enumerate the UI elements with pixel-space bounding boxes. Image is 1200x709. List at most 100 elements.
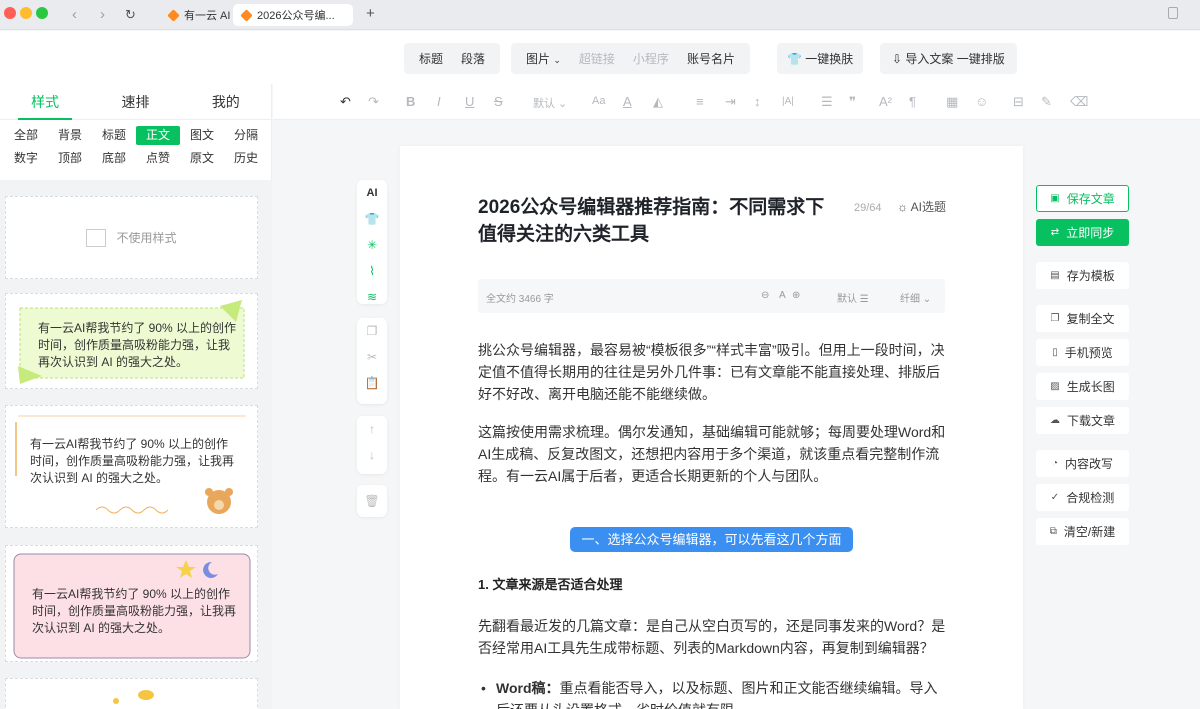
category-divider[interactable]: 分隔 xyxy=(224,126,268,145)
subheading[interactable]: 1. 文章来源是否适合处理 xyxy=(478,574,622,593)
emoji-icon[interactable]: ☺ xyxy=(975,94,988,109)
browser-tab[interactable]: 有一云 AI xyxy=(160,4,238,26)
image-icon: ▨ xyxy=(1050,381,1060,392)
article-title[interactable]: 2026公众号编辑器推荐指南：不同需求下值得关注的六类工具 xyxy=(478,194,838,248)
chevron-down-icon: ⌄ xyxy=(553,55,561,65)
import-button[interactable]: ⇩ 导入文案 一键排版 xyxy=(880,43,1017,74)
browser-tab-active[interactable]: 2026公众号编... xyxy=(233,4,353,26)
category-body[interactable]: 正文 xyxy=(136,126,180,145)
copy-all-button[interactable]: ❐ 复制全文 xyxy=(1036,305,1129,332)
copy-icon[interactable]: ❐ xyxy=(357,318,387,344)
divider-icon[interactable]: ⊟ xyxy=(1013,94,1024,110)
align-icon[interactable]: ≡ xyxy=(696,94,704,109)
download-button[interactable]: ☁ 下载文章 xyxy=(1036,407,1129,434)
sync-now-button[interactable]: ⇄ 立即同步 xyxy=(1036,219,1129,246)
move-down-icon[interactable]: ↓ xyxy=(357,442,387,468)
line-height-select[interactable]: 默认 ☰ xyxy=(837,290,869,305)
style-card-yellow[interactable] xyxy=(5,678,258,709)
new-tab-icon[interactable]: + xyxy=(366,5,375,22)
no-style-card[interactable]: 不使用样式 xyxy=(5,196,258,279)
shirt-icon[interactable]: 👕 xyxy=(357,206,387,232)
rewrite-button[interactable]: ◔ 内容改写 xyxy=(1036,450,1129,477)
save-article-button[interactable]: ▣ 保存文章 xyxy=(1036,185,1129,212)
paragraph-mark-icon[interactable]: ¶ xyxy=(909,94,916,109)
tab-quick-layout[interactable]: 速排 xyxy=(90,84,180,119)
indent-icon[interactable]: ⇥ xyxy=(725,94,736,110)
close-window-button[interactable] xyxy=(4,7,16,19)
style-card-pink[interactable]: 有一云AI帮我节约了 90% 以上的创作时间，创作质量高吸粉能力强，让我再次认识… xyxy=(5,545,258,662)
format-brush-icon[interactable]: ✎ xyxy=(1041,94,1052,110)
category-image-text[interactable]: 图文 xyxy=(180,126,224,145)
redo-icon[interactable]: ↷ xyxy=(368,94,379,110)
trash-icon[interactable]: 🗑 xyxy=(357,485,387,517)
strikethrough-icon[interactable]: S xyxy=(494,94,503,109)
zoom-window-button[interactable] xyxy=(36,7,48,19)
font-select[interactable]: 默认 ⌄ xyxy=(533,95,567,111)
category-history[interactable]: 历史 xyxy=(224,149,268,168)
clear-format-icon[interactable]: ⌫ xyxy=(1070,94,1088,110)
account-card-button[interactable]: 账号名片 xyxy=(678,50,744,67)
table-icon[interactable]: ▦ xyxy=(946,94,958,110)
section-heading[interactable]: 一、选择公众号编辑器，可以先看这几个方面 xyxy=(570,527,853,552)
tab-styles[interactable]: 样式 xyxy=(0,84,90,120)
clear-new-button[interactable]: ⧉ 清空/新建 xyxy=(1036,518,1129,545)
category-background[interactable]: 背景 xyxy=(48,126,92,145)
mobile-preview-button[interactable]: ▯ 手机预览 xyxy=(1036,339,1129,366)
superscript-icon[interactable]: A² xyxy=(879,94,892,109)
category-top[interactable]: 顶部 xyxy=(48,149,92,168)
image-button[interactable]: 图片 ⌄ xyxy=(517,50,570,67)
paragraph[interactable]: 先翻看最近发的几篇文章：是自己从空白页写的，还是同事发来的Word？是否经常用A… xyxy=(478,615,946,659)
letter-spacing-icon[interactable]: |A| xyxy=(782,96,794,107)
bullet-item[interactable]: • Word稿：重点看能否导入，以及标题、图片和正文能否继续编辑。导入后还要从头… xyxy=(481,677,948,709)
cut-icon[interactable]: ✂ xyxy=(357,344,387,370)
sparkle-icon[interactable]: ✳ xyxy=(357,232,387,258)
forward-icon[interactable]: › xyxy=(100,6,105,23)
underline-icon[interactable]: U xyxy=(465,94,474,109)
tab-mine[interactable]: 我的 xyxy=(181,84,271,119)
reload-icon[interactable]: ↻ xyxy=(125,7,136,23)
line-height-icon[interactable]: ↕ xyxy=(754,94,761,109)
category-like[interactable]: 点赞 xyxy=(136,149,180,168)
long-image-button[interactable]: ▨ 生成长图 xyxy=(1036,373,1129,400)
minimize-window-button[interactable] xyxy=(20,7,32,19)
font-color-icon[interactable]: A xyxy=(623,94,632,109)
style-select[interactable]: 纤细 ⌄ xyxy=(900,290,931,305)
ai-topic-button[interactable]: ☼ AI选题 xyxy=(897,198,946,215)
category-number[interactable]: 数字 xyxy=(4,149,48,168)
move-up-icon[interactable]: ↑ xyxy=(357,416,387,442)
paragraph[interactable]: 这篇按使用需求梳理。偶尔发通知，基础编辑可能就够；每周要处理Word和AI生成稿… xyxy=(478,421,946,487)
style-card-orange[interactable]: 有一云AI帮我节约了 90% 以上的创作时间，创作质量高吸粉能力强，让我再次认识… xyxy=(5,405,258,528)
font-size-increase-icon[interactable]: ⊕ xyxy=(792,290,800,301)
undo-icon[interactable]: ↶ xyxy=(340,94,351,110)
ai-badge[interactable]: AI xyxy=(357,180,387,206)
hyperlink-button[interactable]: 超链接 xyxy=(570,50,624,67)
quote-icon[interactable]: ❞ xyxy=(849,94,856,110)
bold-icon[interactable]: B xyxy=(406,94,415,109)
heading-button[interactable]: 标题 xyxy=(410,50,452,67)
font-size-icon[interactable]: Aa xyxy=(592,95,605,107)
compliance-check-button[interactable]: ✓ 合规检测 xyxy=(1036,484,1129,511)
save-template-button[interactable]: ▤ 存为模板 xyxy=(1036,262,1129,289)
category-bottom[interactable]: 底部 xyxy=(92,149,136,168)
wave-icon[interactable]: ≋ xyxy=(357,284,387,310)
copy-icon: ❐ xyxy=(1050,313,1060,324)
highlight-icon[interactable]: ◭ xyxy=(653,94,663,110)
sample-text: 有一云AI帮我节约了 90% 以上的创作时间，创作质量高吸粉能力强，让我再次认识… xyxy=(30,437,235,485)
category-original[interactable]: 原文 xyxy=(180,149,224,168)
font-size-decrease-icon[interactable]: ⊖ xyxy=(761,290,769,301)
style-list[interactable]: 不使用样式 有一云AI帮我节约了 90% 以上的创作时间，创作质量高吸粉能力强，… xyxy=(0,180,272,709)
category-all[interactable]: 全部 xyxy=(4,126,48,145)
paragraph-button[interactable]: 段落 xyxy=(452,50,494,67)
miniprogram-button[interactable]: 小程序 xyxy=(624,50,678,67)
style-card-green[interactable]: 有一云AI帮我节约了 90% 以上的创作时间，创作质量高吸粉能力强，让我再次认识… xyxy=(5,293,258,389)
bullet-dot: • xyxy=(481,680,486,696)
skin-button[interactable]: 👕 一键换肤 xyxy=(777,43,864,74)
list-icon[interactable]: ☰ xyxy=(821,94,833,110)
editor-page[interactable]: 2026公众号编辑器推荐指南：不同需求下值得关注的六类工具 29/64 ☼ AI… xyxy=(400,146,1023,709)
italic-icon[interactable]: I xyxy=(437,94,441,109)
brush-icon[interactable]: ⌇ xyxy=(357,258,387,284)
back-icon[interactable]: ‹ xyxy=(72,6,77,23)
category-title[interactable]: 标题 xyxy=(92,126,136,145)
paste-icon[interactable]: 📋 xyxy=(357,370,387,396)
paragraph[interactable]: 挑公众号编辑器，最容易被“模板很多”“样式丰富”吸引。但用上一段时间，决定值不值… xyxy=(478,339,946,405)
